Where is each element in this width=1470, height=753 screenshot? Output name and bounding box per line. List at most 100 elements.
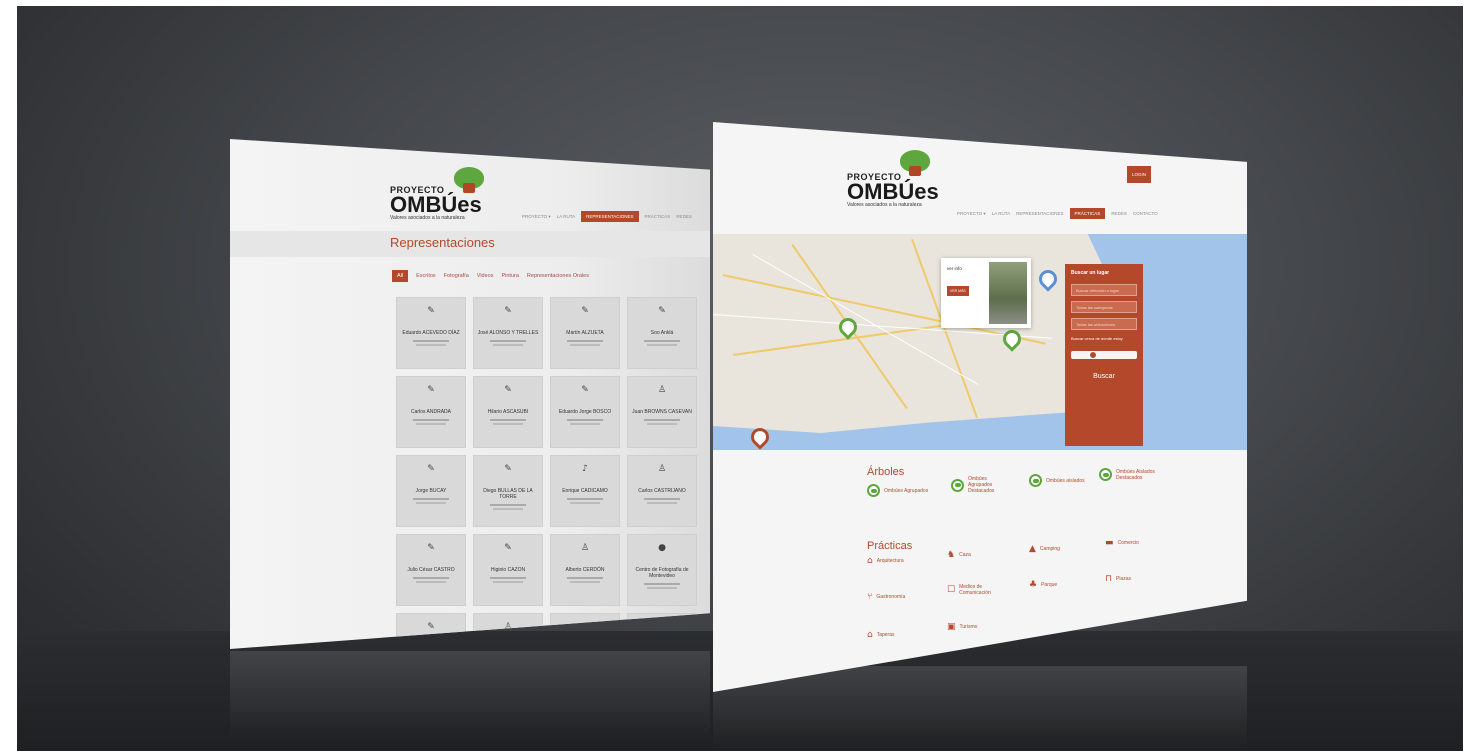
museum-icon: ⌂ [867, 556, 873, 566]
presentation-stage: PROYECTO OMBÚes Valores asociados a la n… [17, 6, 1463, 751]
login-button[interactable]: LOGIN [1127, 166, 1152, 183]
main-nav: PROYECTO ▾ LA RUTA REPRESENTACIONES PRÁC… [522, 211, 692, 222]
representation-card[interactable]: ● Centro de Fotografía de Montevideo [627, 534, 697, 606]
practica-item[interactable]: ⌂ Arquitectura [867, 556, 904, 566]
nav-item-practicas[interactable]: PRÁCTICAS [1069, 208, 1106, 219]
card-detail [493, 508, 523, 510]
card-detail [567, 419, 603, 421]
infowindow-photo [989, 262, 1027, 324]
practica-item[interactable]: ⊓ Plazas [1105, 574, 1131, 584]
map-infowindow[interactable]: ver info VER MÁS [941, 258, 1031, 328]
nav-item-la-ruta[interactable]: LA RUTA [992, 211, 1010, 216]
nav-item-redes[interactable]: REDES [1111, 211, 1127, 216]
representation-card[interactable]: ✎ Higinio CAZON [473, 534, 543, 606]
card-detail [570, 502, 600, 504]
legend-agrupados[interactable]: Ombúes Agrupados [867, 484, 928, 497]
search-button[interactable]: Buscar [1071, 373, 1137, 380]
nav-item-representaciones[interactable]: REPRESENTACIONES [1016, 211, 1063, 216]
nav-item-proyecto[interactable]: PROYECTO ▾ [522, 214, 551, 220]
filter-representaciones-orales[interactable]: Representaciones Orales [527, 273, 589, 279]
practica-item[interactable]: ☐ Medios de Comunicación [947, 584, 1003, 596]
card-detail [644, 419, 680, 421]
left-screen-representaciones: PROYECTO OMBÚes Valores asociados a la n… [230, 139, 710, 649]
nav-item-proyecto[interactable]: PROYECTO ▾ [957, 211, 986, 217]
representation-card[interactable]: ✎ Hilario ASCASUBI [473, 376, 543, 448]
representation-card[interactable]: ✎ Diego BULLAS DE LA TORRE [473, 455, 543, 527]
filter-pintura[interactable]: Pintura [501, 273, 518, 279]
practica-item[interactable]: ⑂ Gastronomía [867, 592, 905, 602]
book-icon: ✎ [581, 385, 589, 395]
category-select[interactable]: Todas las categorías [1071, 301, 1137, 313]
practica-item[interactable]: ♞ Caza [947, 550, 971, 560]
nav-item-representaciones[interactable]: REPRESENTACIONES [581, 211, 639, 222]
practica-label: Camping [1039, 546, 1060, 552]
representation-card[interactable]: ♙ Juan BROWNS CASEVAN [627, 376, 697, 448]
ombu-map[interactable]: ver info VER MÁS Buscar un lugar Buscar … [713, 234, 1247, 450]
filter-fotografia[interactable]: Fotografía [444, 273, 469, 279]
filter-videos[interactable]: Videos [477, 273, 494, 279]
book-icon: ✎ [504, 306, 512, 316]
brand-logo[interactable]: PROYECTO OMBÚes Valores asociados a la n… [390, 185, 482, 221]
representation-card[interactable]: ✎ Eduardo ACEVEDO DÍAZ [396, 297, 466, 369]
card-detail [490, 419, 526, 421]
card-detail [490, 504, 526, 506]
representation-card[interactable]: ✎ Carlos ANDRADA [396, 376, 466, 448]
nav-item-practicas[interactable]: PRÁCTICAS [645, 214, 671, 219]
practica-item[interactable]: ♣ Parque [1029, 580, 1057, 590]
nav-item-contacto[interactable]: CONTACTO [1133, 211, 1158, 216]
place-search-panel: Buscar un lugar Buscar dirección o lugar… [1065, 264, 1143, 446]
representation-card[interactable]: ✎ Martín ALZUETA [550, 297, 620, 369]
radius-slider[interactable] [1071, 351, 1137, 359]
representation-card[interactable]: ✎ Jorge BUCAY [396, 455, 466, 527]
legend-agrupados-destacados[interactable]: Ombúes Agrupados Destacados [951, 476, 1012, 494]
practica-item[interactable]: ⌂ Taperas [867, 630, 895, 640]
filter-all[interactable]: All [392, 270, 409, 282]
right-screen-reflection [713, 666, 1247, 751]
filter-escritos[interactable]: Escritos [416, 273, 436, 279]
card-name: Martín ALZUETA [566, 330, 604, 336]
practica-item[interactable]: ▣ Turismo [947, 622, 977, 632]
legend-label: Ombúes Aislados Destacados [1116, 468, 1155, 481]
location-select[interactable]: Todas las ubicaciones [1071, 318, 1137, 330]
card-detail [416, 344, 446, 346]
search-place-input[interactable]: Buscar dirección o lugar [1071, 284, 1137, 296]
nav-item-la-ruta[interactable]: LA RUTA [557, 214, 575, 219]
representation-card[interactable]: ✎ Soo Anklá [627, 297, 697, 369]
card-detail [644, 340, 680, 342]
card-detail [490, 577, 526, 579]
representation-card[interactable]: ♙ Carlos CASTRIJANO [627, 455, 697, 527]
slider-handle[interactable] [1089, 351, 1097, 359]
representation-card[interactable]: ✎ Julio César CASTRO [396, 534, 466, 606]
card-detail [647, 344, 677, 346]
bag-icon: ▣ [947, 622, 956, 632]
card-detail [493, 423, 523, 425]
legend-aislados-destacados[interactable]: Ombúes Aislados Destacados [1099, 468, 1158, 481]
book-icon: ✎ [427, 464, 435, 474]
book-icon: ✎ [504, 385, 512, 395]
card-detail [647, 587, 677, 589]
card-detail [570, 423, 600, 425]
map-marker-ombu[interactable] [1035, 266, 1061, 292]
representation-card[interactable]: ✎ José ALONSO Y TRELLES [473, 297, 543, 369]
brand-logo[interactable]: PROYECTO OMBÚes Valores asociados a la n… [847, 172, 939, 208]
media-icon: ☐ [947, 585, 956, 595]
book-icon: ✎ [504, 464, 512, 474]
card-detail [644, 583, 680, 585]
card-detail [416, 423, 446, 425]
representation-card[interactable]: ✎ Eduardo Jorge BOSCO [550, 376, 620, 448]
practica-item[interactable]: ▲ Camping [1029, 544, 1060, 554]
card-name: Alberto CERDÓN [565, 567, 605, 573]
card-name: Hilario ASCASUBI [487, 409, 529, 415]
main-nav: PROYECTO ▾ LA RUTA REPRESENTACIONES PRÁC… [957, 208, 1158, 219]
representation-card[interactable]: ♙ Alberto CERDÓN [550, 534, 620, 606]
legend-aislados[interactable]: Ombúes aislados [1029, 474, 1085, 487]
card-detail [416, 502, 446, 504]
infowindow-more-button[interactable]: VER MÁS [947, 286, 969, 296]
card-detail [413, 577, 449, 579]
representation-card[interactable]: ♪ Enrique CADICAMO [550, 455, 620, 527]
practica-label: Turismo [959, 624, 978, 630]
nav-item-redes[interactable]: REDES [676, 214, 692, 219]
card-name: Carlos ANDRADA [410, 409, 451, 415]
practica-item[interactable]: ▬ Comercio [1105, 538, 1139, 548]
map-marker-ombu[interactable] [999, 326, 1025, 352]
